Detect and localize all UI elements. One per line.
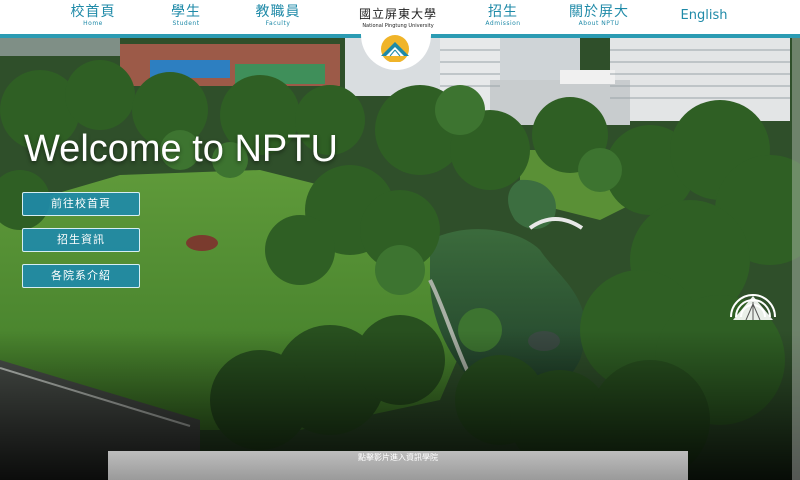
nav-about-sublabel: About NPTU (578, 20, 620, 27)
nav-english-label: English (680, 8, 728, 23)
nav-about-label: 關於屏大 (569, 4, 629, 20)
nav-admission-label: 招生 (488, 4, 518, 20)
nav-faculty-label: 教職員 (255, 4, 301, 20)
nav-home-label: 校首頁 (70, 4, 116, 20)
nav-about[interactable]: 關於屏大 About NPTU (566, 4, 632, 28)
go-to-homepage-button[interactable]: 前往校首頁 (22, 192, 140, 216)
admission-info-button[interactable]: 招生資訊 (22, 228, 140, 252)
nav-admission-sublabel: Admission (485, 20, 521, 27)
nav-faculty-sublabel: Faculty (265, 20, 291, 27)
welcome-heading: Welcome to NPTU (24, 128, 338, 170)
nptu-emblem-icon[interactable] (378, 32, 412, 62)
nav-student[interactable]: 學生 Student (166, 4, 206, 28)
nav-admission[interactable]: 招生 Admission (482, 4, 524, 28)
video-link-label: 點擊影片進入資訊學院 (358, 453, 438, 462)
nav-home-sublabel: Home (83, 20, 103, 27)
logo-name-en: National Pingtung University (362, 23, 434, 29)
logo-name-zh: 國立屏東大學 (358, 7, 437, 21)
nav-english[interactable]: English (676, 8, 732, 24)
university-logo[interactable]: 國立屏東大學 National Pingtung University (350, 0, 446, 34)
nav-student-label: 學生 (171, 4, 201, 20)
nav-home[interactable]: 校首頁 Home (70, 4, 116, 28)
nav-student-sublabel: Student (172, 20, 200, 27)
scrollbar[interactable] (792, 0, 800, 480)
nptu-emblem-icon-white[interactable] (726, 272, 780, 322)
departments-intro-button[interactable]: 各院系介紹 (22, 264, 140, 288)
nav-faculty[interactable]: 教職員 Faculty (254, 4, 302, 28)
video-link-bar[interactable]: 點擊影片進入資訊學院 (108, 451, 688, 480)
